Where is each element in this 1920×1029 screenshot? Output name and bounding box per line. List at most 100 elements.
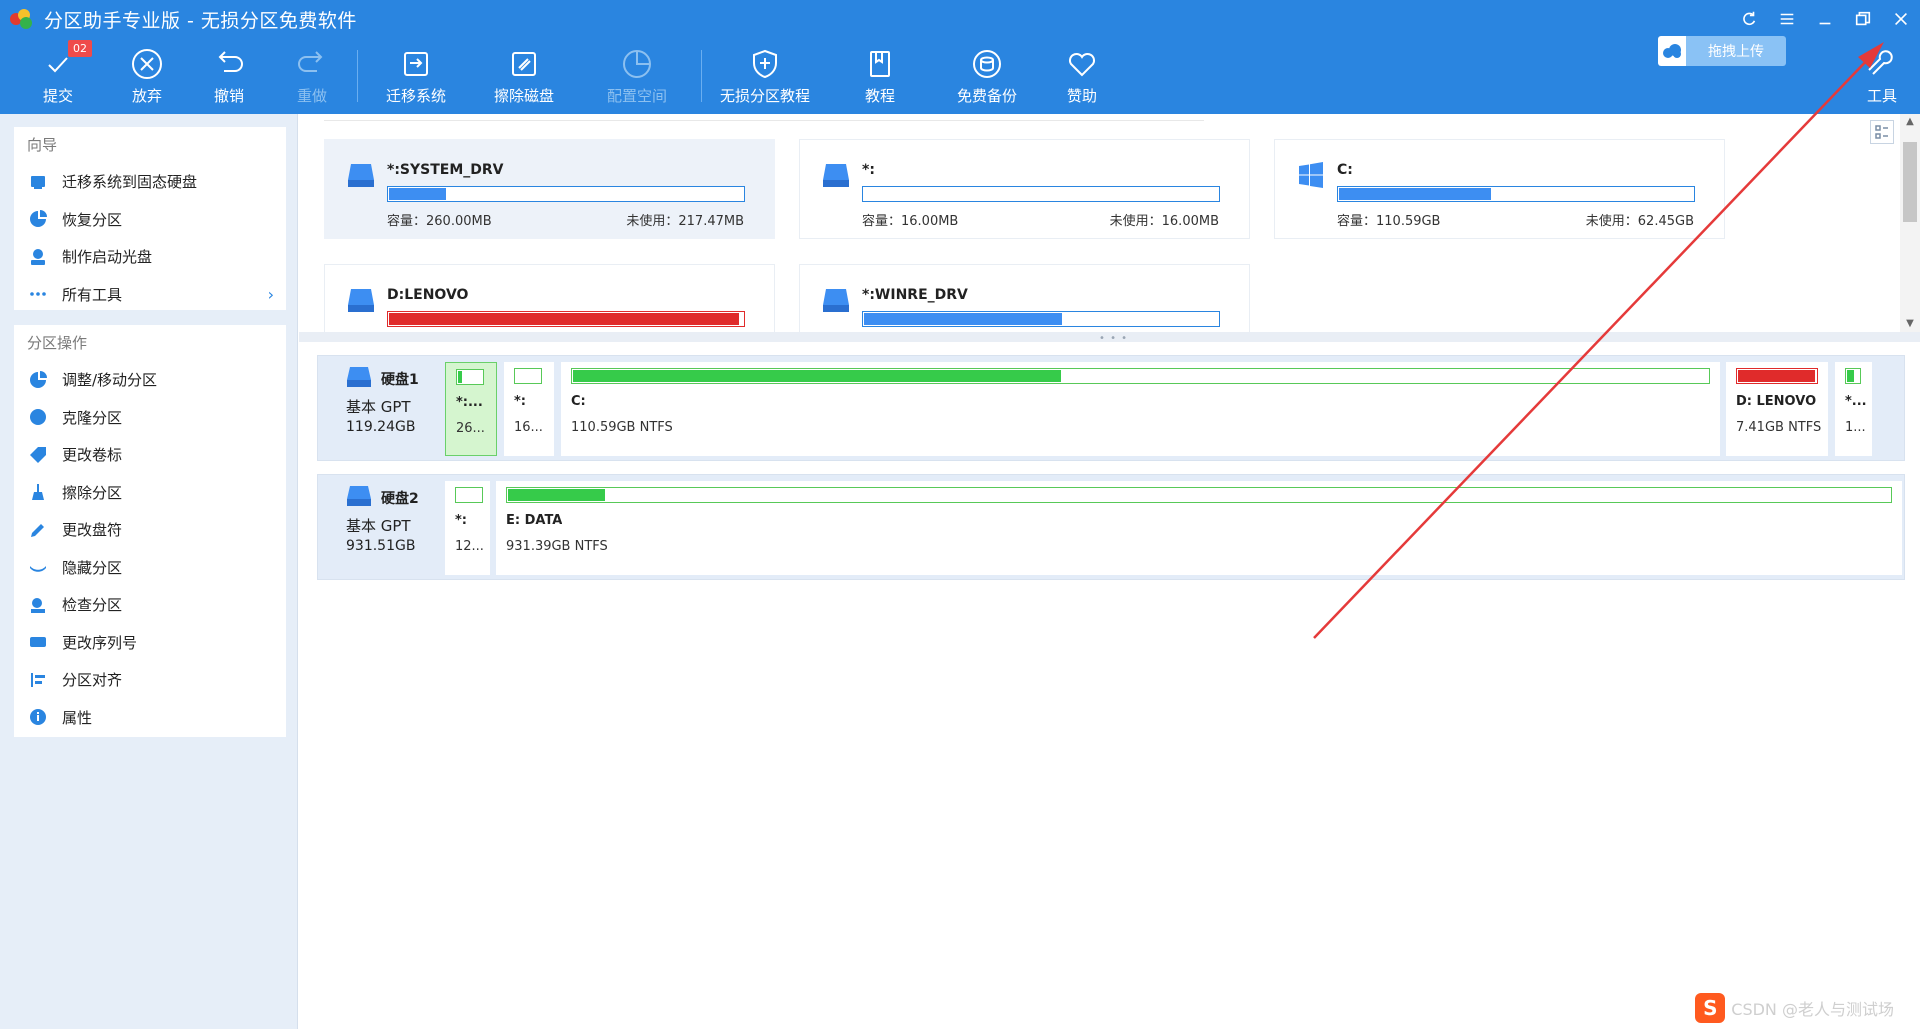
sidebar-item-label: 更改卷标 (62, 446, 123, 465)
tools-button[interactable]: 工具 (1862, 38, 1902, 114)
sidebar-item-change-letter[interactable]: 更改盘符 (14, 511, 286, 549)
disk-type: 基本 GPT (346, 517, 411, 535)
lossless-tutorial-label: 无损分区教程 (719, 87, 810, 105)
sidebar-item-change-label[interactable]: 更改卷标 (14, 436, 286, 474)
minimize-button[interactable] (1806, 0, 1844, 38)
usage-bar (514, 368, 542, 384)
drag-upload-button[interactable]: 拖拽上传 (1686, 36, 1786, 66)
refresh-button[interactable] (1730, 0, 1768, 38)
partition-info: 12... (455, 539, 484, 554)
migrate-disk-icon (396, 44, 436, 84)
allocate-space-label: 配置空间 (606, 87, 667, 105)
usage-bar (862, 186, 1220, 202)
partition-segment[interactable]: *:... 26... (445, 362, 497, 456)
redo-button[interactable]: 重做 (292, 38, 332, 114)
main-area: *:SYSTEM_DRV 容量：260.00MB 未使用：217.47MB *: 容量：… (299, 114, 1920, 1029)
undo-button[interactable]: 撤销 (209, 38, 249, 114)
free-backup-button[interactable]: 免费备份 (956, 38, 1018, 114)
partition-card[interactable]: *:SYSTEM_DRV 容量：260.00MB 未使用：217.47MB (324, 139, 775, 239)
sidebar-item-label: 属性 (62, 708, 93, 727)
partition-card[interactable]: *:WINRE_DRV (799, 264, 1250, 332)
partition-segment[interactable]: *: 12... (445, 481, 490, 575)
sidebar-item-hide-partition[interactable]: 隐藏分区 (14, 549, 286, 587)
close-icon (1895, 13, 1907, 25)
backup-icon (967, 44, 1007, 84)
list-view-icon (1875, 125, 1888, 139)
sidebar-item-label: 擦除分区 (62, 483, 123, 502)
partition-name: *:... (456, 395, 483, 410)
window-title: 分区助手专业版 - 无损分区免费软件 (44, 9, 357, 32)
drive-icon (347, 287, 375, 313)
sidebar-item-check-partition[interactable]: 检查分区 (14, 586, 286, 624)
sidebar-item-label: 克隆分区 (62, 408, 123, 427)
vertical-scrollbar[interactable]: ▲ ▼ (1900, 114, 1920, 332)
view-toggle-button[interactable] (1870, 120, 1894, 144)
sidebar-item-boot-disk[interactable]: 制作启动光盘 (14, 238, 286, 276)
more-icon (28, 284, 48, 304)
usage-bar (862, 311, 1220, 327)
partition-card[interactable]: C: 容量：110.59GB 未使用：62.45GB (1274, 139, 1725, 239)
allocate-space-button[interactable]: 配置空间 (606, 38, 668, 114)
scroll-up-icon[interactable]: ▲ (1904, 116, 1916, 128)
migrate-system-button[interactable]: 迁移系统 (385, 38, 447, 114)
minimize-icon (1819, 22, 1831, 25)
sidebar-item-label: 检查分区 (62, 596, 123, 615)
pencil-icon (28, 520, 48, 540)
partition-name: C: (1337, 162, 1353, 178)
partition-info: 16... (514, 420, 543, 435)
sidebar-item-resize-move[interactable]: 调整/移动分区 (14, 361, 286, 399)
pane-splitter[interactable]: • • • (299, 332, 1920, 344)
check-disk-icon (28, 595, 48, 615)
discard-button[interactable]: 放弃 (127, 38, 167, 114)
sidebar-item-wipe-partition[interactable]: 擦除分区 (14, 474, 286, 512)
partition-info: 931.39GB NTFS (506, 539, 608, 554)
partition-name: D: LENOVO (1736, 394, 1817, 409)
scroll-down-icon[interactable]: ▼ (1904, 318, 1916, 330)
sidebar-item-label: 调整/移动分区 (62, 371, 158, 390)
tutorial-button[interactable]: 教程 (860, 38, 900, 114)
usage-bar (387, 186, 745, 202)
commit-button[interactable]: 02 提交 (38, 38, 92, 114)
free-space-text: 未使用：217.47MB (626, 214, 744, 229)
sidebar-item-label: 分区对齐 (62, 671, 123, 690)
migrate-system-label: 迁移系统 (385, 87, 446, 105)
sidebar-item-properties[interactable]: 属性 (14, 699, 286, 737)
close-button[interactable] (1882, 0, 1920, 38)
wipe-disk-button[interactable]: 擦除磁盘 (493, 38, 555, 114)
partition-segment[interactable]: D: LENOVO 7.41GB NTFS (1726, 362, 1828, 456)
drive-icon (822, 287, 850, 313)
cloud-upload-widget[interactable]: 拖拽上传 (1658, 36, 1786, 66)
restore-button[interactable] (1844, 0, 1882, 38)
sidebar-item-all-tools[interactable]: 所有工具 › (14, 276, 286, 314)
partition-segment[interactable]: *... 1... (1835, 362, 1872, 456)
partition-segment[interactable]: *: 16... (504, 362, 554, 456)
scrollbar-thumb[interactable] (1903, 142, 1917, 222)
tag-icon (28, 445, 48, 465)
disk-size: 119.24GB (346, 419, 416, 435)
partition-segment[interactable]: E: DATA 931.39GB NTFS (496, 481, 1902, 575)
sidebar-item-label: 所有工具 (62, 285, 123, 304)
lossless-tutorial-button[interactable]: 无损分区教程 (719, 38, 811, 114)
partition-segment[interactable]: C: 110.59GB NTFS (561, 362, 1720, 456)
pending-count-badge: 02 (68, 40, 92, 57)
resize-icon (28, 370, 48, 390)
wizard-panel: 向导 迁移系统到固态硬盘 恢复分区 制作启动光盘 所有工具 › (14, 127, 286, 310)
sidebar-item-recover-partition[interactable]: 恢复分区 (14, 201, 286, 239)
boot-disk-icon (28, 247, 48, 267)
disk-row[interactable]: 硬盘2 基本 GPT 931.51GB *: 12... E: DATA 931.39GB … (317, 474, 1905, 580)
donate-button[interactable]: 赞助 (1062, 38, 1102, 114)
toolbar: 02 提交 放弃 撤销 重做 迁移系统 擦除磁盘 配置空间 无损分区教程 教程 … (0, 38, 1920, 114)
partition-card[interactable]: D:LENOVO (324, 264, 775, 332)
menu-button[interactable] (1768, 0, 1806, 38)
partition-ops-title: 分区操作 (27, 334, 88, 352)
partition-card[interactable]: *: 容量：16.00MB 未使用：16.00MB (799, 139, 1250, 239)
sidebar-item-change-serial[interactable]: 更改序列号 (14, 624, 286, 662)
disk-row[interactable]: 硬盘1 基本 GPT 119.24GB *:... 26... *: 16... C: 110.… (317, 355, 1905, 461)
sidebar-item-migrate-ssd[interactable]: 迁移系统到固态硬盘 (14, 163, 286, 201)
cloud-icon (1658, 36, 1686, 66)
sidebar-item-clone[interactable]: 克隆分区 (14, 399, 286, 437)
info-icon (28, 707, 48, 727)
partition-name: *: (514, 394, 526, 409)
free-backup-label: 免费备份 (956, 87, 1017, 105)
sidebar-item-align-partition[interactable]: 分区对齐 (14, 661, 286, 699)
